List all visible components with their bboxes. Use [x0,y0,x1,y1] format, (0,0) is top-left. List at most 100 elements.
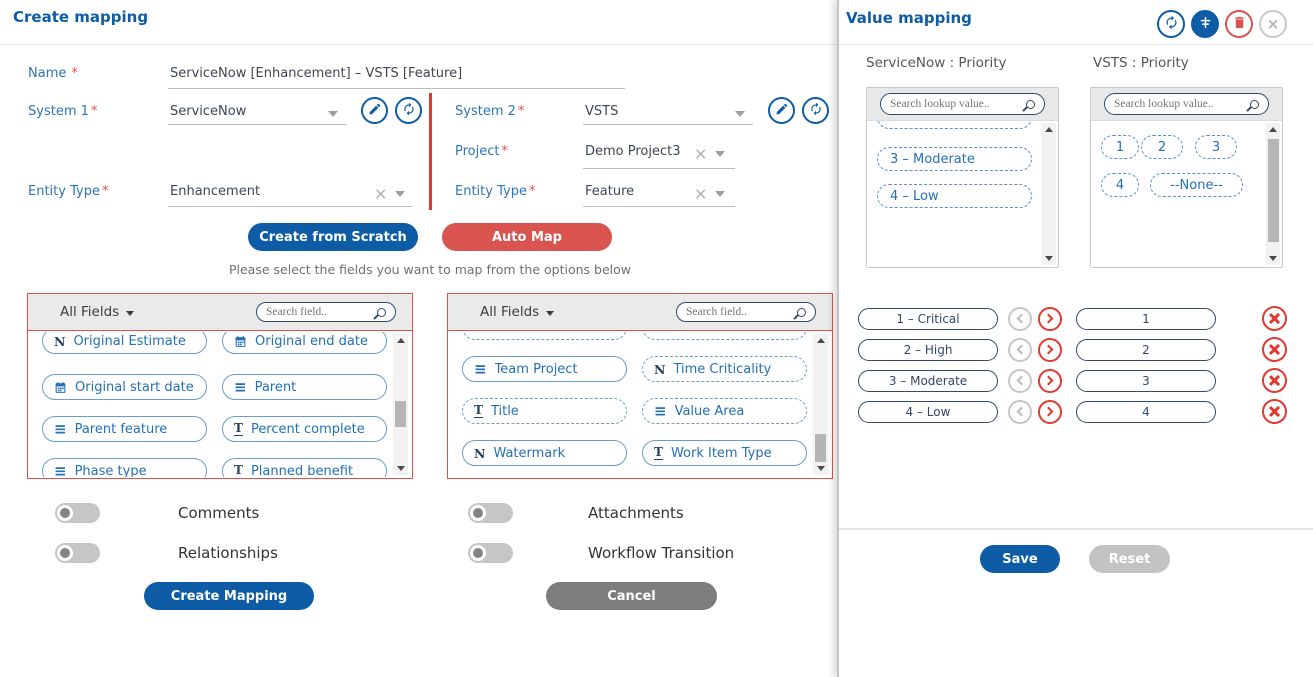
scroll-thumb[interactable] [1268,139,1279,242]
mapping-source-value[interactable]: 3 – Moderate [858,370,998,392]
system1-refresh-button[interactable] [395,97,422,124]
move-left-button[interactable] [1008,307,1032,331]
system2-refresh-button[interactable] [802,97,829,124]
field-chip[interactable]: ≡Team Project [462,356,627,382]
scroll-down-arrow[interactable] [813,462,828,475]
scroll-up-arrow[interactable] [393,334,408,347]
field-chip[interactable]: ≡Value Area [642,398,807,424]
system2-dropdown-caret-icon[interactable] [735,111,745,117]
remove-mapping-button[interactable] [1262,399,1287,424]
lookup-value-chip[interactable]: 3 [1195,135,1237,159]
lookup-value-chip[interactable]: 3 – Moderate [877,147,1032,171]
move-right-button[interactable] [1038,307,1062,331]
workflow-transition-toggle[interactable] [468,543,513,563]
source-fields-search-input[interactable] [266,306,371,318]
entity-type1-dropdown-caret-icon[interactable] [395,191,405,197]
lookup-value-chip[interactable]: --None-- [1150,173,1243,197]
mapping-row: 4 – Low 4 [858,399,1287,424]
source-fields-list: NOriginal Estimate Original end date Ori… [29,332,411,477]
close-panel-button[interactable]: × [1259,10,1287,38]
field-chip[interactable]: TWork Item Type [642,440,807,466]
remove-mapping-button[interactable] [1262,306,1287,331]
mapping-source-value[interactable]: 4 – Low [858,401,998,423]
entity-type2-select[interactable]: Feature [585,184,634,199]
field-chip[interactable]: ≡Parent feature [42,416,207,442]
name-value[interactable]: ServiceNow [Enhancement] – VSTS [Feature… [170,66,462,81]
system1-edit-button[interactable] [361,97,388,124]
scrollbar[interactable] [393,334,408,475]
auto-map-values-button[interactable] [1191,10,1219,38]
auto-map-button[interactable]: Auto Map [442,223,612,251]
scroll-up-arrow[interactable] [813,334,828,347]
target-lookup-search-input[interactable] [1114,98,1244,110]
delete-mapping-button[interactable] [1225,10,1253,38]
mapping-target-value[interactable]: 4 [1076,401,1216,423]
toggle-knob [57,505,73,521]
field-chip[interactable]: ≡Phase type [42,458,207,477]
entity-type2-clear-icon[interactable]: × [694,186,707,202]
entity-type1-select[interactable]: Enhancement [170,184,260,199]
mapping-source-value[interactable]: 1 – Critical [858,308,998,330]
scroll-down-arrow[interactable] [393,462,408,475]
source-fields-filter-dropdown[interactable]: All Fields [60,304,134,320]
reset-button[interactable]: Reset [1089,545,1170,573]
scrollbar[interactable] [813,334,828,475]
system1-select[interactable]: ServiceNow [170,104,246,119]
source-lookup-search-input[interactable] [890,98,1020,110]
move-left-button[interactable] [1008,400,1032,424]
clipped-field-chip[interactable] [462,332,627,340]
scrollbar[interactable] [1042,123,1056,265]
cancel-button[interactable]: Cancel [546,582,717,610]
field-chip[interactable]: Original start date [42,374,207,400]
create-from-scratch-button[interactable]: Create from Scratch [248,223,418,251]
lookup-value-chip[interactable]: 2 [1141,135,1183,159]
field-chip[interactable]: TPercent complete [222,416,387,442]
scroll-down-arrow[interactable] [1042,252,1056,265]
scroll-up-arrow[interactable] [1042,123,1056,136]
project-select[interactable]: Demo Project3 [585,144,681,159]
project-dropdown-caret-icon[interactable] [715,151,725,157]
field-chip[interactable]: ≡Parent [222,374,387,400]
field-chip[interactable]: NTime Criticality [642,356,807,382]
field-chip[interactable]: NOriginal Estimate [42,332,207,354]
system2-select[interactable]: VSTS [585,104,618,119]
move-left-button[interactable] [1008,369,1032,393]
scroll-up-arrow[interactable] [1266,123,1280,136]
sync-button[interactable] [1157,10,1185,38]
move-right-button[interactable] [1038,400,1062,424]
move-right-button[interactable] [1038,338,1062,362]
field-chip[interactable]: Original end date [222,332,387,354]
field-chip[interactable]: TPlanned benefit [222,458,387,477]
move-left-button[interactable] [1008,338,1032,362]
entity-type1-clear-icon[interactable]: × [374,186,387,202]
scroll-thumb[interactable] [815,434,826,462]
target-fields-search-input[interactable] [686,306,791,318]
clipped-lookup-chip[interactable] [877,121,1032,129]
system1-dropdown-caret-icon[interactable] [328,111,338,117]
scroll-down-arrow[interactable] [1266,252,1280,265]
scrollbar[interactable] [1266,123,1280,265]
mapping-target-value[interactable]: 2 [1076,339,1216,361]
remove-mapping-button[interactable] [1262,337,1287,362]
comments-toggle[interactable] [55,503,100,523]
entity-type2-dropdown-caret-icon[interactable] [715,191,725,197]
move-right-button[interactable] [1038,369,1062,393]
field-chip[interactable]: TTitle [462,398,627,424]
project-clear-icon[interactable]: × [694,146,707,162]
mapping-source-value[interactable]: 2 – High [858,339,998,361]
create-mapping-button[interactable]: Create Mapping [144,582,314,610]
attachments-toggle[interactable] [468,503,513,523]
system2-edit-button[interactable] [768,97,795,124]
lookup-value-chip[interactable]: 4 [1101,173,1139,197]
clipped-field-chip[interactable] [642,332,807,340]
mapping-target-value[interactable]: 3 [1076,370,1216,392]
lookup-value-chip[interactable]: 4 – Low [877,184,1032,208]
lookup-value-chip[interactable]: 1 [1101,135,1139,159]
save-button[interactable]: Save [980,545,1060,573]
target-fields-filter-dropdown[interactable]: All Fields [480,304,554,320]
scroll-thumb[interactable] [395,401,406,427]
relationships-toggle[interactable] [55,543,100,563]
mapping-target-value[interactable]: 1 [1076,308,1216,330]
field-chip[interactable]: NWatermark [462,440,627,466]
remove-mapping-button[interactable] [1262,368,1287,393]
